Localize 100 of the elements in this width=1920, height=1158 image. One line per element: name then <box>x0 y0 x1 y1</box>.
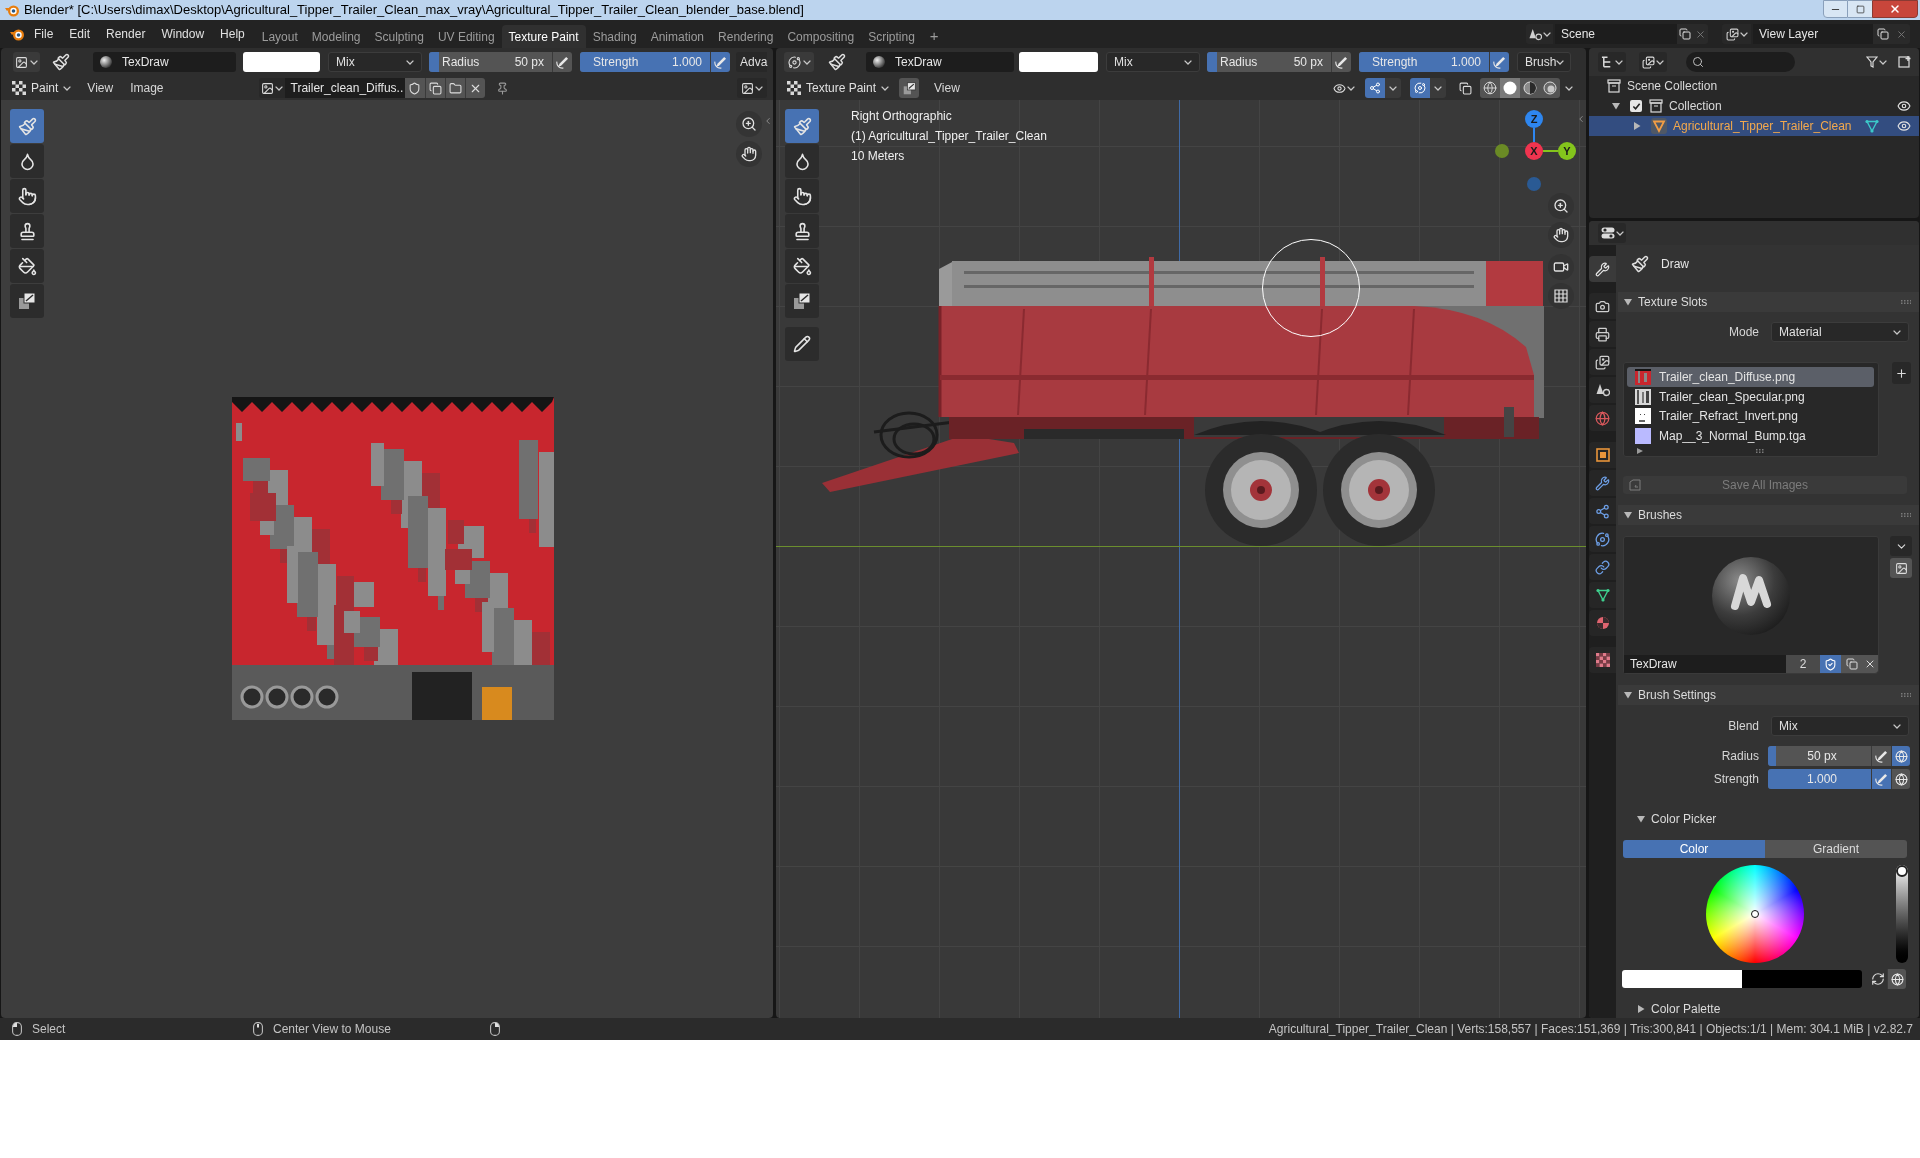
workspace-tab[interactable]: Layout <box>254 25 305 48</box>
menu-item[interactable]: Window <box>153 23 213 45</box>
blend-dropdown[interactable]: Mix <box>328 52 422 72</box>
unlink-image-button[interactable] <box>464 78 485 98</box>
outliner-row[interactable]: Agricultural_Tipper_Trailer_Clean <box>1589 116 1919 136</box>
texture-slot-item[interactable]: Trailer_clean_Specular.png <box>1627 386 1874 407</box>
strength-slider[interactable]: Strength 1.000 <box>580 52 710 72</box>
delete-scene-button[interactable] <box>1693 24 1708 44</box>
workspace-tab[interactable]: Rendering <box>711 25 781 48</box>
properties-tab[interactable] <box>1589 498 1616 524</box>
properties-tab[interactable] <box>1589 470 1616 496</box>
brush-menu-button[interactable] <box>1890 536 1912 556</box>
tool-button[interactable] <box>785 144 819 178</box>
pressure-toggle[interactable] <box>710 52 730 72</box>
properties-tab[interactable] <box>1589 442 1616 468</box>
shading-button[interactable] <box>1500 78 1520 98</box>
color-mode-tab[interactable]: Color <box>1623 840 1765 858</box>
properties-tab[interactable] <box>1589 349 1616 375</box>
pan-button[interactable] <box>736 141 762 167</box>
display-mode-dropdown[interactable] <box>737 78 767 98</box>
tool-button[interactable] <box>785 249 819 283</box>
workspace-tab[interactable]: Texture Paint <box>501 25 586 48</box>
pressure-toggle[interactable] <box>1489 52 1509 72</box>
blend-dropdown[interactable]: Mix <box>1771 716 1909 736</box>
disclosure-triangle-icon[interactable] <box>1624 298 1632 306</box>
zoom-button[interactable] <box>736 111 762 137</box>
view-layer-browse-button[interactable] <box>1722 24 1751 44</box>
radius-slider[interactable]: 50 px <box>1768 746 1871 766</box>
brush-dropdown[interactable]: Brush <box>1517 52 1571 72</box>
menu-item[interactable]: Image <box>127 79 167 97</box>
editor-type-button[interactable] <box>1598 52 1626 72</box>
color-swatch[interactable] <box>243 52 320 72</box>
list-options-icon[interactable] <box>1637 448 1643 455</box>
image-browse-button[interactable] <box>258 78 285 98</box>
delete-view-layer-button[interactable] <box>1892 24 1910 44</box>
shading-button[interactable] <box>1540 78 1560 98</box>
color-cursor-icon[interactable] <box>1751 910 1759 918</box>
overlays-menu-button[interactable] <box>1430 78 1446 98</box>
axis-button[interactable]: Y <box>1558 142 1576 160</box>
scene-browse-button[interactable] <box>1526 24 1553 44</box>
new-view-layer-button[interactable] <box>1873 24 1892 44</box>
mode-dropdown[interactable]: Paint <box>10 78 74 98</box>
blend-dropdown[interactable]: Mix <box>1106 52 1200 72</box>
scene-name-field[interactable]: Scene <box>1555 24 1677 44</box>
fake-user-toggle[interactable] <box>1820 655 1841 673</box>
zoom-button[interactable] <box>1548 193 1574 219</box>
fake-user-button[interactable] <box>404 78 425 98</box>
brush-name-field[interactable]: TexDraw <box>1624 655 1786 673</box>
gizmo-toggle[interactable] <box>1365 78 1385 98</box>
workspace-tab[interactable]: Modeling <box>304 25 368 48</box>
tool-button[interactable] <box>10 144 44 178</box>
resize-grip-icon[interactable] <box>1756 449 1766 454</box>
overlays-toggle[interactable] <box>1410 78 1430 98</box>
visibility-toggle[interactable] <box>1897 119 1911 133</box>
menu-item[interactable]: File <box>26 23 62 45</box>
shading-button[interactable] <box>1520 78 1540 98</box>
workspace-tab[interactable]: Scripting <box>861 25 922 48</box>
tool-button[interactable] <box>785 179 819 213</box>
unlink-brush-button[interactable] <box>1862 655 1878 673</box>
open-image-button[interactable] <box>444 78 465 98</box>
workspace-tab[interactable]: UV Editing <box>430 25 502 48</box>
value-slider[interactable] <box>1896 865 1908 963</box>
disclosure-triangle-icon[interactable] <box>1637 815 1645 823</box>
menu-item[interactable]: Help <box>212 23 253 45</box>
advanced-dropdown[interactable]: Adva <box>736 52 768 72</box>
search-field[interactable] <box>1686 52 1795 72</box>
workspace-tab[interactable]: Compositing <box>780 25 862 48</box>
disclosure-triangle-icon[interactable] <box>1624 691 1632 699</box>
shading-button[interactable] <box>1480 78 1500 98</box>
outliner-row[interactable]: Collection <box>1589 96 1919 116</box>
properties-tab[interactable] <box>1589 405 1616 431</box>
color-swatch[interactable] <box>1019 52 1098 72</box>
tool-button[interactable] <box>10 284 44 318</box>
pressure-toggle[interactable] <box>1331 52 1351 72</box>
editor-type-button[interactable] <box>13 52 40 72</box>
image-name-field[interactable]: Trailer_clean_Diffus.. <box>284 78 405 98</box>
menu-item[interactable]: Render <box>98 23 154 45</box>
properties-tab[interactable] <box>1589 293 1616 319</box>
workspace-tab[interactable]: Sculpting <box>367 25 431 48</box>
radius-slider[interactable]: Radius 50 px <box>429 52 552 72</box>
add-workspace-button[interactable]: + <box>921 25 947 48</box>
panel-header[interactable]: Texture Slots <box>1618 292 1919 312</box>
tool-button[interactable] <box>10 249 44 283</box>
properties-tab[interactable] <box>1589 610 1616 636</box>
pressure-toggle[interactable] <box>1871 746 1891 766</box>
properties-tab[interactable] <box>1589 256 1616 282</box>
close-button[interactable] <box>1872 0 1918 18</box>
radius-slider[interactable]: Radius 50 px <box>1207 52 1331 72</box>
disclosure-triangle-icon[interactable] <box>1637 1005 1645 1013</box>
brush-name-field[interactable]: TexDraw <box>866 52 1014 72</box>
drag-grip-icon[interactable] <box>1901 513 1911 517</box>
properties-tab[interactable] <box>1589 647 1616 673</box>
strength-slider[interactable]: 1.000 <box>1768 769 1871 789</box>
panel-header[interactable]: Color Picker <box>1618 809 1919 829</box>
pressure-toggle[interactable] <box>552 52 572 72</box>
editor-type-button[interactable] <box>1598 223 1626 243</box>
slider-thumb[interactable] <box>1896 865 1908 877</box>
secondary-color-swatch[interactable] <box>1742 970 1862 988</box>
disclosure-triangle-icon[interactable] <box>1612 102 1620 110</box>
duplicate-brush-button[interactable] <box>1841 655 1862 673</box>
